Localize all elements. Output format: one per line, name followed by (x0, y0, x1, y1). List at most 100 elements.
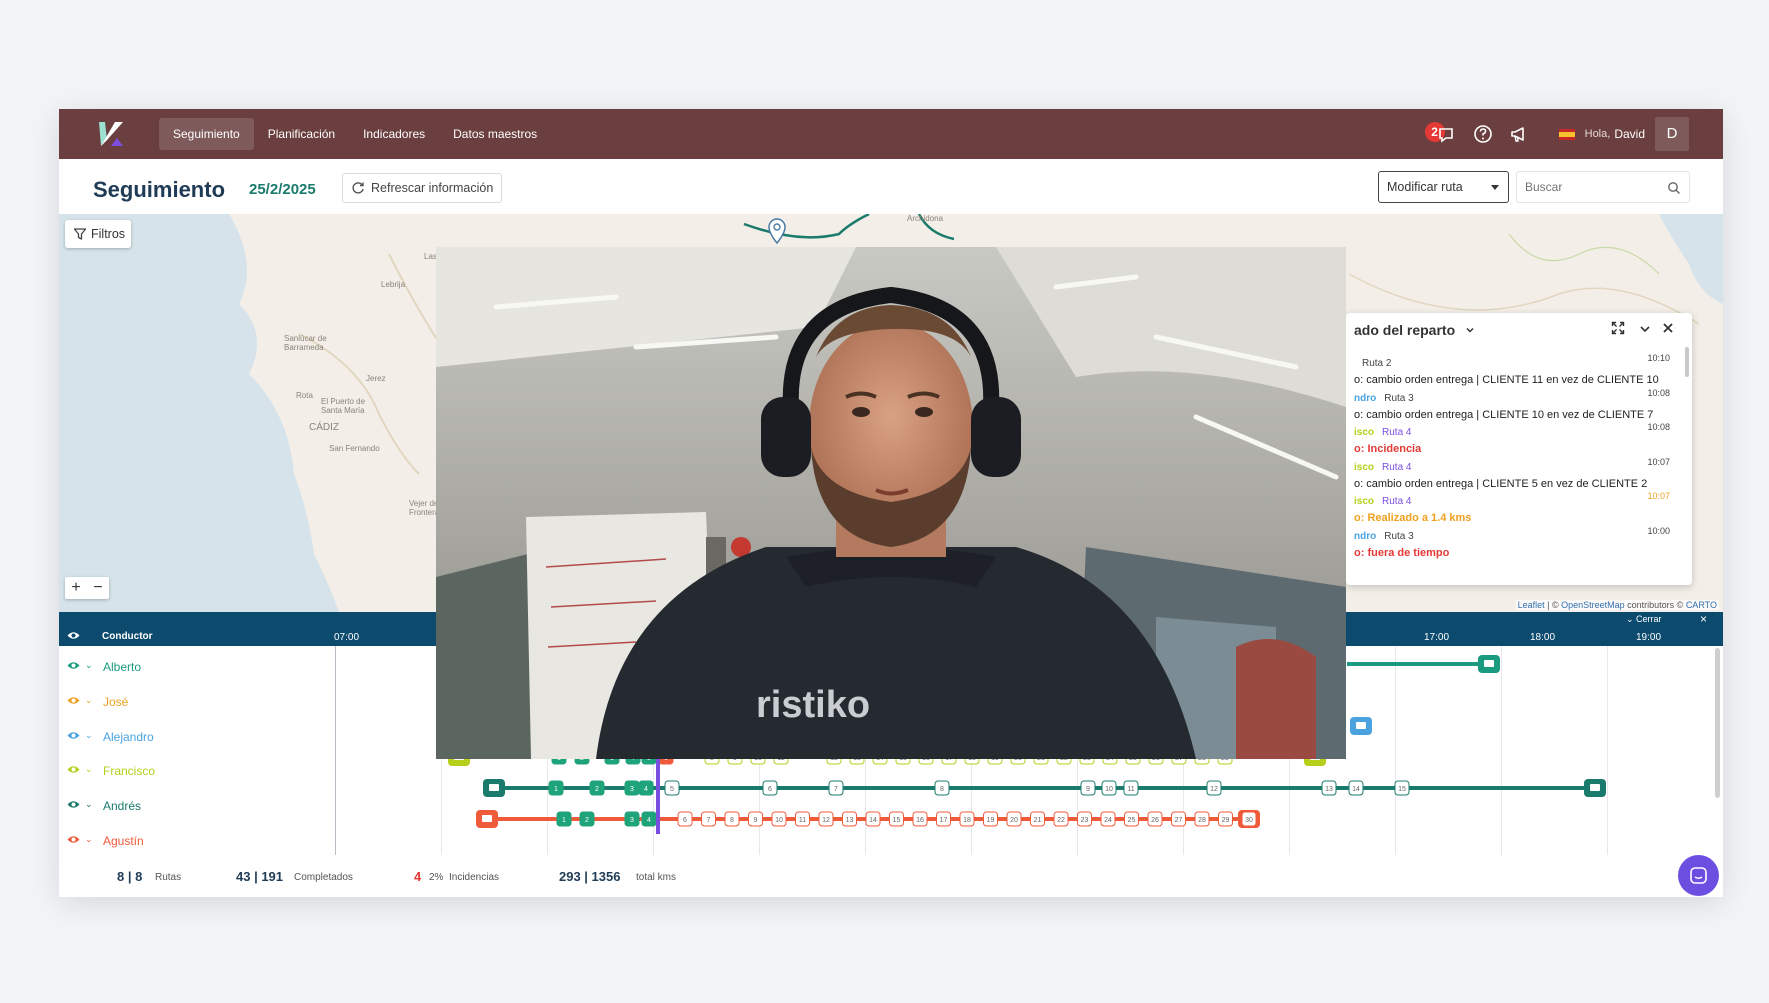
stop-chip-pending-label: 20 (1010, 817, 1018, 824)
event-driver: isco (1354, 427, 1375, 438)
carto-link[interactable]: CARTO (1686, 600, 1717, 610)
stop-chip-pending-label: 8 (940, 786, 944, 793)
event-time: 10:00 (1647, 525, 1670, 536)
stop-chip-pending-label: 10 (1105, 786, 1113, 793)
event-time: 10:07 (1647, 491, 1670, 501)
route-select-value: Modificar ruta (1387, 180, 1463, 194)
page-header: Seguimiento 25/2/2025 Refrescar informac… (59, 159, 1723, 214)
stop-chip-pending-label: 5 (670, 786, 674, 793)
spain-flag-icon[interactable] (1558, 128, 1575, 140)
incidents-pct: 2% (429, 872, 444, 883)
stop-chip-pending-label: 9 (754, 817, 758, 824)
map-label: Sanlúcar de Barrameda (284, 334, 327, 352)
event-route: Ruta 4 (1382, 427, 1412, 438)
support-chat-button[interactable] (1678, 855, 1719, 896)
routes-count: 8 | 8 (117, 869, 143, 884)
hoodie-text: ristiko (756, 684, 870, 726)
stop-chip-done-label: 2 (585, 817, 589, 824)
kms-label: total kms (636, 872, 677, 883)
event-item[interactable]: isco Ruta 4 10:07 o: Realizado a 1.4 kms (1354, 491, 1674, 525)
stop-chip-pending-label: 24 (1104, 817, 1112, 824)
stop-chip-pending-label: 12 (822, 817, 830, 824)
incidents-label: Incidencias (449, 872, 500, 883)
stop-chip-pending-label: 6 (683, 817, 687, 824)
panel-title-text: ado del reparto (1354, 322, 1456, 338)
help-icon[interactable] (1473, 124, 1493, 144)
stop-chip-pending-label: 13 (846, 817, 854, 824)
route-end-icon-glyph (1484, 660, 1494, 667)
leaflet-link[interactable]: Leaflet (1518, 600, 1545, 610)
map-label: El Puerto de Santa María (321, 397, 366, 415)
filters-label: Filtros (91, 227, 126, 241)
notifications-button[interactable]: 2 (1424, 122, 1457, 146)
collapse-icon[interactable] (1639, 323, 1651, 335)
chat-icon (1438, 128, 1453, 143)
stop-chip-pending-label: 12 (1210, 786, 1218, 793)
stop-chip-pending-label: 30 (1245, 817, 1253, 824)
chevron-down-icon[interactable] (1465, 325, 1475, 335)
user-name: David (1614, 127, 1645, 141)
event-message: o: cambio orden entrega | CLIENTE 11 en … (1354, 374, 1659, 386)
chevron-down-icon (1491, 185, 1499, 190)
stop-chip-done-label: 4 (644, 786, 648, 793)
stop-chip-pending-label: 7 (707, 817, 711, 824)
refresh-button[interactable]: Refrescar información (342, 173, 503, 203)
map-label: Rota (296, 391, 313, 400)
stop-chip-pending-label: 8 (730, 817, 734, 824)
map-zoom-controls: + − (65, 577, 109, 599)
close-icon[interactable] (1662, 322, 1674, 334)
nav-datos-maestros[interactable]: Datos maestros (439, 118, 551, 150)
delivery-status-panel: ado del reparto Ruta 2 10:10 o: cambio ord… (1346, 313, 1692, 585)
event-time: 10:10 (1647, 353, 1670, 363)
page-date: 25/2/2025 (249, 181, 316, 198)
nav-indicadores[interactable]: Indicadores (349, 118, 439, 150)
main-nav: Seguimiento Planificación Indicadores Da… (159, 109, 551, 159)
event-time: 10:07 (1647, 456, 1670, 467)
zoom-in-button[interactable]: + (65, 577, 87, 599)
nav-planificacion[interactable]: Planificación (254, 118, 349, 150)
filters-button[interactable]: Filtros (65, 220, 132, 248)
stop-chip-pending-label: 15 (893, 817, 901, 824)
event-time: 10:08 (1647, 387, 1670, 398)
stop-chip-pending-label: 6 (768, 786, 772, 793)
map-label: Jerez (366, 374, 386, 383)
stop-chip-pending-label: 27 (1175, 817, 1183, 824)
app-logo[interactable] (93, 116, 129, 152)
event-driver: ndro (1354, 392, 1377, 404)
presenter-video: ristiko (436, 247, 1346, 759)
event-route: Ruta 4 (1382, 461, 1412, 473)
search-input[interactable] (1525, 180, 1655, 194)
stop-chip-pending-label: 14 (1352, 786, 1360, 793)
stop-chip-pending-label: 11 (1127, 786, 1134, 793)
completed-count: 43 | 191 (236, 869, 284, 884)
timeline-scrollbar[interactable] (1715, 648, 1720, 798)
stop-chip-done-label: 3 (630, 817, 634, 824)
stop-chip-done-label: 2 (595, 786, 599, 793)
map-attribution: Leaflet | © OpenStreetMap contributors ©… (1515, 600, 1719, 610)
event-message: o: fuera de tiempo (1354, 546, 1450, 559)
user-avatar[interactable]: D (1655, 117, 1689, 151)
event-item[interactable]: isco Ruta 4 10:07 o: cambio orden entrega |… (1354, 457, 1674, 491)
expand-icon[interactable] (1611, 321, 1625, 335)
event-item[interactable]: isco Ruta 4 10:08 o: Incidencia (1354, 422, 1674, 456)
stop-chip-done-label: 1 (562, 817, 566, 824)
osm-link[interactable]: OpenStreetMap (1561, 600, 1625, 610)
event-item[interactable]: ndro Ruta 3 10:00 o: fuera de tiempo (1354, 526, 1674, 560)
filter-icon (73, 228, 87, 240)
search-icon[interactable] (1667, 181, 1681, 195)
route-end-icon-glyph (1590, 784, 1600, 791)
stop-chip-pending-label: 19 (987, 817, 995, 824)
event-item[interactable]: ndro Ruta 3 10:08 o: cambio orden entrega |… (1354, 388, 1674, 422)
event-item[interactable]: Ruta 2 10:10 o: cambio orden entrega | CLI… (1354, 353, 1674, 387)
nav-seguimiento[interactable]: Seguimiento (159, 118, 254, 150)
panel-scrollbar[interactable] (1685, 347, 1689, 377)
event-route: Ruta 3 (1384, 392, 1414, 404)
map-pin-icon[interactable] (767, 218, 787, 244)
zoom-out-button[interactable]: − (87, 577, 109, 599)
search-box (1516, 171, 1690, 203)
megaphone-icon[interactable] (1509, 124, 1529, 144)
completed-label: Completados (294, 872, 353, 883)
route-select[interactable]: Modificar ruta (1378, 171, 1509, 203)
attribution-sep: | © (1544, 600, 1562, 610)
event-driver: isco (1354, 496, 1375, 507)
